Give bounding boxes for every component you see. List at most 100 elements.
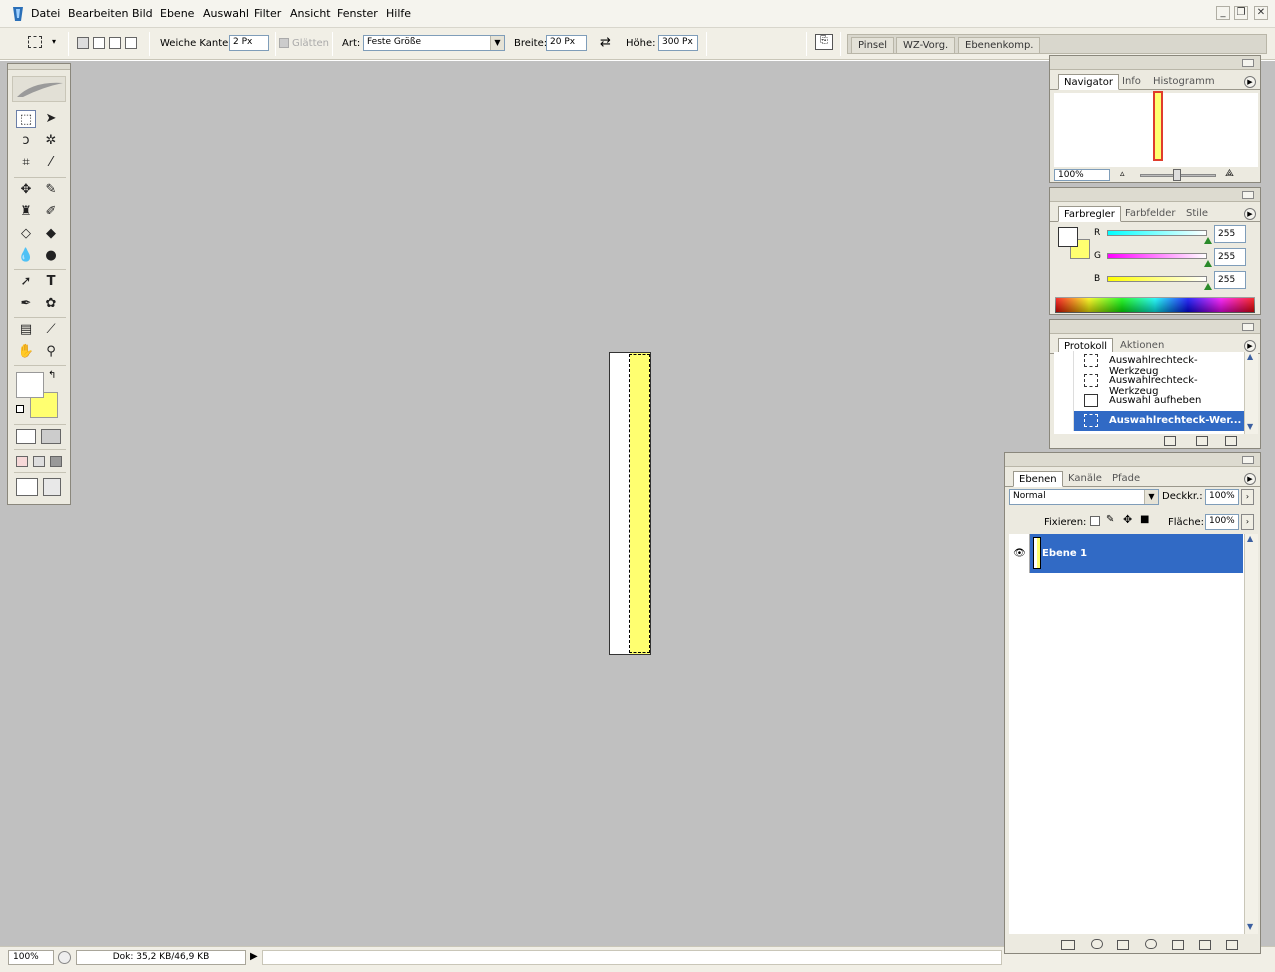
triangle-right-icon[interactable]: ▶	[250, 951, 258, 962]
slice-tool[interactable]: ⁄	[41, 154, 61, 172]
opacity-arrow-icon[interactable]: ›	[1241, 489, 1254, 505]
menu-auswahl[interactable]: Auswahl	[203, 7, 249, 20]
dodge-tool[interactable]: ●	[41, 247, 61, 265]
swap-dimensions-icon[interactable]: ⇄	[600, 35, 611, 50]
lock-all-icon[interactable]: ■	[1140, 514, 1149, 525]
height-input[interactable]: 300 Px	[658, 35, 698, 51]
move-tool[interactable]: ➤	[41, 110, 61, 128]
full-screen-menu-icon[interactable]	[33, 456, 45, 467]
chevron-down-icon[interactable]: ▾	[52, 37, 56, 46]
subtract-selection-icon[interactable]	[109, 37, 121, 49]
scroll-up-icon[interactable]: ▲	[1247, 352, 1253, 361]
fill-arrow-icon[interactable]: ›	[1241, 514, 1254, 530]
width-input[interactable]: 20 Px	[546, 35, 587, 51]
new-document-from-state-icon[interactable]	[1164, 436, 1176, 446]
swap-colors-icon[interactable]: ↰	[48, 370, 56, 381]
layer-mask-icon[interactable]	[1117, 940, 1129, 950]
menu-filter[interactable]: Filter	[254, 7, 281, 20]
antialias-checkbox[interactable]	[279, 38, 289, 48]
dock-tab-wz-vorg[interactable]: WZ-Vorg.	[896, 37, 956, 53]
brush-tool[interactable]: ✎	[41, 181, 61, 199]
menu-ansicht[interactable]: Ansicht	[290, 7, 331, 20]
history-state-marker-icon[interactable]	[1054, 411, 1074, 431]
magic-wand-tool[interactable]: ✲	[41, 132, 61, 150]
history-item[interactable]: Auswahlrechteck-Werkzeug	[1054, 371, 1244, 397]
foreground-color-swatch[interactable]	[16, 372, 44, 398]
eyedropper-tool[interactable]: ⟋	[41, 321, 61, 339]
minimize-icon[interactable]	[1242, 323, 1254, 331]
document-canvas[interactable]	[609, 352, 651, 655]
tab-stile[interactable]: Stile	[1181, 206, 1213, 222]
standard-screen-icon[interactable]	[16, 456, 28, 467]
eye-icon[interactable]: 👁	[1010, 534, 1030, 573]
tab-kanaele[interactable]: Kanäle	[1063, 471, 1107, 487]
menu-bearbeiten[interactable]: Bearbeiten	[68, 7, 128, 20]
history-item[interactable]: Auswahl aufheben	[1054, 391, 1244, 411]
g-slider[interactable]	[1107, 253, 1207, 259]
history-item[interactable]: Auswahlrechteck-Werkzeug	[1054, 351, 1244, 377]
style-select[interactable]: Feste Größe ▼	[363, 35, 505, 51]
lock-pixels-icon[interactable]: ✎	[1106, 514, 1114, 525]
color-fg-swatch[interactable]	[1058, 227, 1078, 247]
custom-shape-tool[interactable]: ✿	[41, 295, 61, 313]
adjustment-layer-icon[interactable]	[1145, 939, 1157, 949]
palette-header[interactable]	[1050, 320, 1260, 334]
r-value[interactable]: 255	[1214, 225, 1246, 243]
scroll-down-icon[interactable]: ▼	[1247, 922, 1253, 931]
feather-input[interactable]: 2 Px	[229, 35, 269, 51]
zoom-out-icon[interactable]: ▵	[1120, 169, 1125, 179]
default-colors-icon[interactable]	[16, 405, 24, 413]
close-icon[interactable]: ✕	[1254, 6, 1268, 20]
lasso-tool[interactable]: ↄ	[16, 132, 36, 150]
palette-menu-icon[interactable]: ▶	[1244, 473, 1256, 485]
g-slider-thumb[interactable]	[1204, 260, 1212, 267]
rect-marquee-tool[interactable]: ⬚	[16, 110, 36, 128]
tab-histogramm[interactable]: Histogramm	[1148, 74, 1220, 90]
opacity-input[interactable]: 100%	[1205, 489, 1239, 505]
new-snapshot-icon[interactable]	[1196, 436, 1208, 446]
tab-farbregler[interactable]: Farbregler	[1058, 206, 1121, 222]
history-checkbox[interactable]	[1054, 351, 1074, 371]
photoshop-app-icon[interactable]	[11, 6, 25, 22]
new-layer-icon[interactable]	[1199, 940, 1211, 950]
paint-bucket-tool[interactable]: ◆	[41, 225, 61, 243]
imageready-icon[interactable]	[43, 478, 61, 496]
blend-mode-select[interactable]: Normal ▼	[1009, 489, 1159, 505]
hand-tool[interactable]: ✋	[16, 343, 36, 361]
layer-row[interactable]: 👁 Ebene 1	[1010, 534, 1243, 573]
crop-tool[interactable]: ⌗	[16, 154, 36, 172]
layer-style-icon[interactable]	[1091, 939, 1103, 949]
notes-tool[interactable]: ▤	[16, 321, 36, 339]
scroll-up-icon[interactable]: ▲	[1247, 534, 1253, 543]
palette-menu-icon[interactable]: ▶	[1244, 76, 1256, 88]
dock-tab-pinsel[interactable]: Pinsel	[851, 37, 895, 53]
zoom-in-icon[interactable]: ⟁	[1225, 168, 1234, 179]
palette-header[interactable]	[1005, 453, 1260, 467]
menu-bild[interactable]: Bild	[132, 7, 153, 20]
layers-scrollbar[interactable]: ▲ ▼	[1244, 534, 1258, 934]
full-screen-icon[interactable]	[50, 456, 62, 467]
tab-info[interactable]: Info	[1117, 74, 1146, 90]
blur-tool[interactable]: 💧	[16, 247, 36, 265]
r-slider-thumb[interactable]	[1204, 237, 1212, 244]
menu-datei[interactable]: Datei	[31, 7, 60, 20]
r-slider[interactable]	[1107, 230, 1207, 236]
new-selection-icon[interactable]	[77, 37, 89, 49]
rect-marquee-preset-icon[interactable]	[28, 36, 42, 48]
g-value[interactable]: 255	[1214, 248, 1246, 266]
palette-menu-icon[interactable]: ▶	[1244, 340, 1256, 352]
healing-brush-tool[interactable]: ✥	[16, 181, 36, 199]
zoom-field[interactable]: 100%	[8, 950, 54, 965]
history-brush-tool[interactable]: ✐	[41, 203, 61, 221]
type-tool[interactable]: T	[41, 273, 61, 291]
intersect-selection-icon[interactable]	[125, 37, 137, 49]
minimize-icon[interactable]	[1242, 191, 1254, 199]
fill-input[interactable]: 100%	[1205, 514, 1239, 530]
minimize-icon[interactable]	[1242, 59, 1254, 67]
chevron-down-icon[interactable]: ▼	[490, 36, 504, 50]
link-layers-icon[interactable]	[1061, 940, 1075, 950]
lock-transparency-icon[interactable]	[1090, 516, 1100, 526]
navigator-zoom-field[interactable]: 100%	[1054, 169, 1110, 181]
file-browser-icon[interactable]: ⎘	[815, 34, 833, 50]
add-selection-icon[interactable]	[93, 37, 105, 49]
